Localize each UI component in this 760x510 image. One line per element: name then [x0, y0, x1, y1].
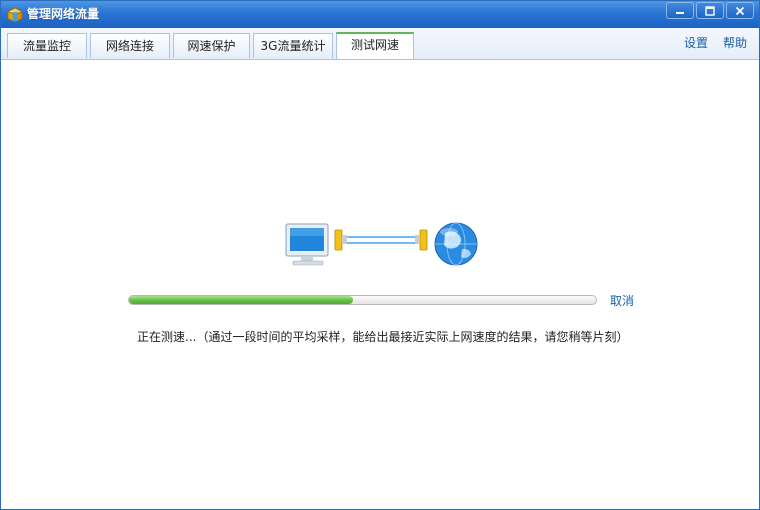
tab-network-connections[interactable]: 网络连接 — [90, 33, 170, 58]
speed-test-progress-bar — [128, 295, 597, 305]
computer-icon — [285, 223, 329, 266]
status-message: 正在测速...（通过一段时间的平均采样，能给出最接近实际上网速度的结果，请您稍等… — [137, 330, 629, 344]
cancel-button[interactable]: 取消 — [610, 293, 634, 309]
cable-icon — [334, 229, 428, 251]
maximize-button[interactable] — [696, 2, 724, 19]
globe-icon — [434, 222, 478, 266]
window-controls — [666, 2, 754, 19]
tab-traffic-monitor[interactable]: 流量监控 — [7, 33, 87, 58]
app-icon — [7, 7, 23, 23]
title-bar[interactable]: 管理网络流量 — [1, 1, 759, 28]
minimize-icon — [676, 11, 684, 14]
main-window: 管理网络流量 流量监控 网络连接 网速保护 3G流量统计 测试网速 设置 帮助 … — [0, 0, 760, 510]
tab-3g-statistics[interactable]: 3G流量统计 — [253, 33, 333, 58]
tab-bar: 流量监控 网络连接 网速保护 3G流量统计 测试网速 — [1, 28, 759, 60]
network-test-graphic — [285, 222, 478, 266]
progress-fill — [129, 296, 354, 304]
maximize-icon — [705, 5, 715, 16]
close-button[interactable] — [726, 2, 754, 19]
close-icon — [735, 6, 745, 15]
tab-speed-test[interactable]: 测试网速 — [336, 32, 414, 59]
settings-link[interactable]: 设置 — [684, 35, 708, 51]
tab-speed-protection[interactable]: 网速保护 — [173, 33, 250, 58]
window-title: 管理网络流量 — [27, 7, 100, 21]
help-link[interactable]: 帮助 — [723, 35, 747, 51]
minimize-button[interactable] — [666, 2, 694, 19]
